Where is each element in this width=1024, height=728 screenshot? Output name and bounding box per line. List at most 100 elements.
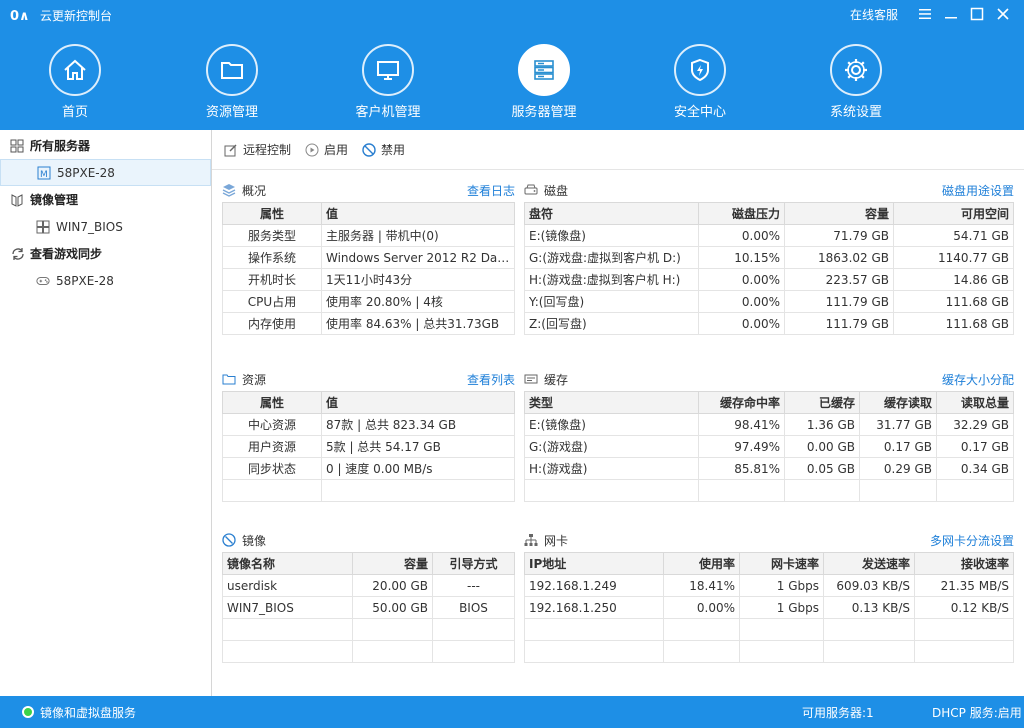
table-header[interactable]: 已缓存 — [784, 391, 860, 414]
maximize-icon[interactable] — [964, 4, 990, 24]
sidebar-group-images[interactable]: 镜像管理 — [0, 186, 211, 213]
table-row[interactable] — [524, 618, 1014, 641]
table-cell: 0.00% — [698, 312, 785, 335]
table-header[interactable]: 引导方式 — [432, 552, 515, 575]
menu-icon[interactable] — [912, 4, 938, 24]
table-row[interactable]: H:(游戏盘:虚拟到客户机 H:) 0.00% 223.57 GB 14.86 GB — [524, 268, 1014, 291]
disk-usage-settings-link[interactable]: 磁盘用途设置 — [942, 182, 1014, 199]
table-row[interactable] — [524, 640, 1014, 663]
table-header[interactable]: IP地址 — [524, 552, 664, 575]
table-header[interactable]: 可用空间 — [893, 202, 1014, 225]
table-header[interactable]: 值 — [321, 202, 515, 225]
table-header[interactable]: 接收速率 — [914, 552, 1014, 575]
disable-button[interactable]: 禁用 — [362, 141, 405, 158]
table-cell: 192.168.1.249 — [524, 574, 664, 597]
table-row[interactable]: Z:(回写盘) 0.00% 111.79 GB 111.68 GB — [524, 312, 1014, 335]
table-cell: 32.29 GB — [936, 413, 1014, 436]
table-row[interactable]: CPU占用 使用率 20.80% | 4核 — [222, 290, 515, 313]
nav-clients[interactable]: 客户机管理 — [313, 40, 463, 128]
table-header[interactable]: 属性 — [222, 202, 322, 225]
table-header[interactable]: 缓存命中率 — [698, 391, 785, 414]
table-header[interactable]: 属性 — [222, 391, 322, 414]
table-cell — [739, 618, 824, 641]
table-header[interactable]: 容量 — [352, 552, 433, 575]
table-header[interactable]: 使用率 — [663, 552, 740, 575]
table-cell: 1.36 GB — [784, 413, 860, 436]
online-service-link[interactable]: 在线客服 — [850, 6, 898, 23]
table-cell: 中心资源 — [222, 413, 322, 436]
sidebar-item-image[interactable]: WIN7_BIOS — [0, 213, 211, 240]
view-log-link[interactable]: 查看日志 — [467, 182, 515, 199]
table-header[interactable]: 读取总量 — [936, 391, 1014, 414]
table-row[interactable] — [222, 479, 515, 502]
table-cell: 1天11小时43分 — [321, 268, 515, 291]
table-cell: 1 Gbps — [739, 574, 824, 597]
nav-home-label: 首页 — [61, 105, 88, 120]
table-row[interactable]: 中心资源 87款 | 总共 823.34 GB — [222, 413, 515, 436]
table-header[interactable]: 网卡速率 — [739, 552, 824, 575]
play-circle-icon — [305, 143, 319, 156]
minimize-icon[interactable] — [938, 4, 964, 24]
svg-text:M: M — [40, 170, 48, 180]
table-header[interactable]: 容量 — [784, 202, 894, 225]
table-header[interactable]: 盘符 — [524, 202, 699, 225]
table-header[interactable]: 镜像名称 — [222, 552, 353, 575]
table-cell: 0.05 GB — [784, 457, 860, 480]
table-cell — [739, 640, 824, 663]
sidebar-item-server[interactable]: M 58PXE-28 — [0, 159, 211, 186]
nav-security[interactable]: 安全中心 — [625, 40, 775, 128]
table-cell: 31.77 GB — [859, 413, 937, 436]
close-icon[interactable] — [990, 4, 1016, 24]
table-cell — [222, 618, 353, 641]
table-row[interactable]: 192.168.1.249 18.41% 1 Gbps 609.03 KB/S 21.3… — [524, 574, 1014, 597]
table-row[interactable]: G:(游戏盘) 97.49% 0.00 GB 0.17 GB 0.17 GB — [524, 435, 1014, 458]
table-header[interactable]: 类型 — [524, 391, 699, 414]
table-row[interactable]: 服务类型 主服务器 | 带机中(0) — [222, 224, 515, 247]
nav-home[interactable]: 首页 — [0, 40, 150, 128]
enable-button[interactable]: 启用 — [305, 141, 348, 158]
table-header[interactable]: 发送速率 — [823, 552, 915, 575]
table-row[interactable] — [524, 479, 1014, 502]
table-row[interactable]: 用户资源 5款 | 总共 54.17 GB — [222, 435, 515, 458]
view-list-link[interactable]: 查看列表 — [467, 371, 515, 388]
network-icon — [524, 534, 538, 546]
table-cell: 0.17 GB — [859, 435, 937, 458]
cache-size-allocation-link[interactable]: 缓存大小分配 — [942, 371, 1014, 388]
nav-settings[interactable]: 系统设置 — [781, 40, 931, 128]
table-row[interactable]: E:(镜像盘) 98.41% 1.36 GB 31.77 GB 32.29 GB — [524, 413, 1014, 436]
table-row[interactable] — [222, 618, 515, 641]
table-row[interactable]: 开机时长 1天11小时43分 — [222, 268, 515, 291]
table-row[interactable]: 内存使用 使用率 84.63% | 总共31.73GB — [222, 312, 515, 335]
disk-table: 盘符 磁盘压力 容量 可用空间 E:(镜像盘) 0.00% 71.79 GB 54.7… — [524, 202, 1014, 335]
remote-control-button[interactable]: 远程控制 — [224, 141, 291, 158]
table-header[interactable]: 磁盘压力 — [698, 202, 785, 225]
table-header[interactable]: 值 — [321, 391, 515, 414]
table-row[interactable]: G:(游戏盘:虚拟到客户机 D:) 10.15% 1863.02 GB 1140.77… — [524, 246, 1014, 269]
table-cell: 111.79 GB — [784, 312, 894, 335]
table-cell: 5款 | 总共 54.17 GB — [321, 435, 515, 458]
table-header[interactable]: 缓存读取 — [859, 391, 937, 414]
table-row[interactable]: 操作系统Windows Server 2012 R2 Datacenter — [222, 246, 515, 269]
table-row[interactable] — [222, 640, 515, 663]
service-status-text: 镜像和虚拟盘服务 — [40, 705, 137, 720]
table-cell: 111.79 GB — [784, 290, 894, 313]
nav-resources[interactable]: 资源管理 — [157, 40, 307, 128]
sidebar-group-all-servers[interactable]: 所有服务器 — [0, 132, 211, 159]
disk-title: 磁盘 — [544, 183, 569, 198]
sidebar-group-game-sync[interactable]: 查看游戏同步 — [0, 240, 211, 267]
table-row[interactable]: H:(游戏盘) 85.81% 0.05 GB 0.29 GB 0.34 GB — [524, 457, 1014, 480]
table-row[interactable]: 192.168.1.250 0.00% 1 Gbps 0.13 KB/S 0.12 KB… — [524, 596, 1014, 619]
multi-nic-settings-link[interactable]: 多网卡分流设置 — [930, 532, 1014, 549]
sidebar-item-game-server[interactable]: 58PXE-28 — [0, 267, 211, 294]
table-row[interactable]: E:(镜像盘) 0.00% 71.79 GB 54.71 GB — [524, 224, 1014, 247]
table-row[interactable]: WIN7_BIOS 50.00 GB BIOS — [222, 596, 515, 619]
available-servers-text: 可用服务器:1 — [802, 705, 874, 720]
table-row[interactable]: userdisk 20.00 GB --- — [222, 574, 515, 597]
table-row[interactable]: Y:(回写盘) 0.00% 111.79 GB 111.68 GB — [524, 290, 1014, 313]
table-cell: 1 Gbps — [739, 596, 824, 619]
table-cell — [352, 640, 433, 663]
table-cell — [936, 479, 1014, 502]
image-panel-header: 镜像 — [222, 528, 515, 552]
table-row[interactable]: 同步状态 0 | 速度 0.00 MB/s — [222, 457, 515, 480]
nav-servers[interactable]: 服务器管理 — [469, 40, 619, 128]
